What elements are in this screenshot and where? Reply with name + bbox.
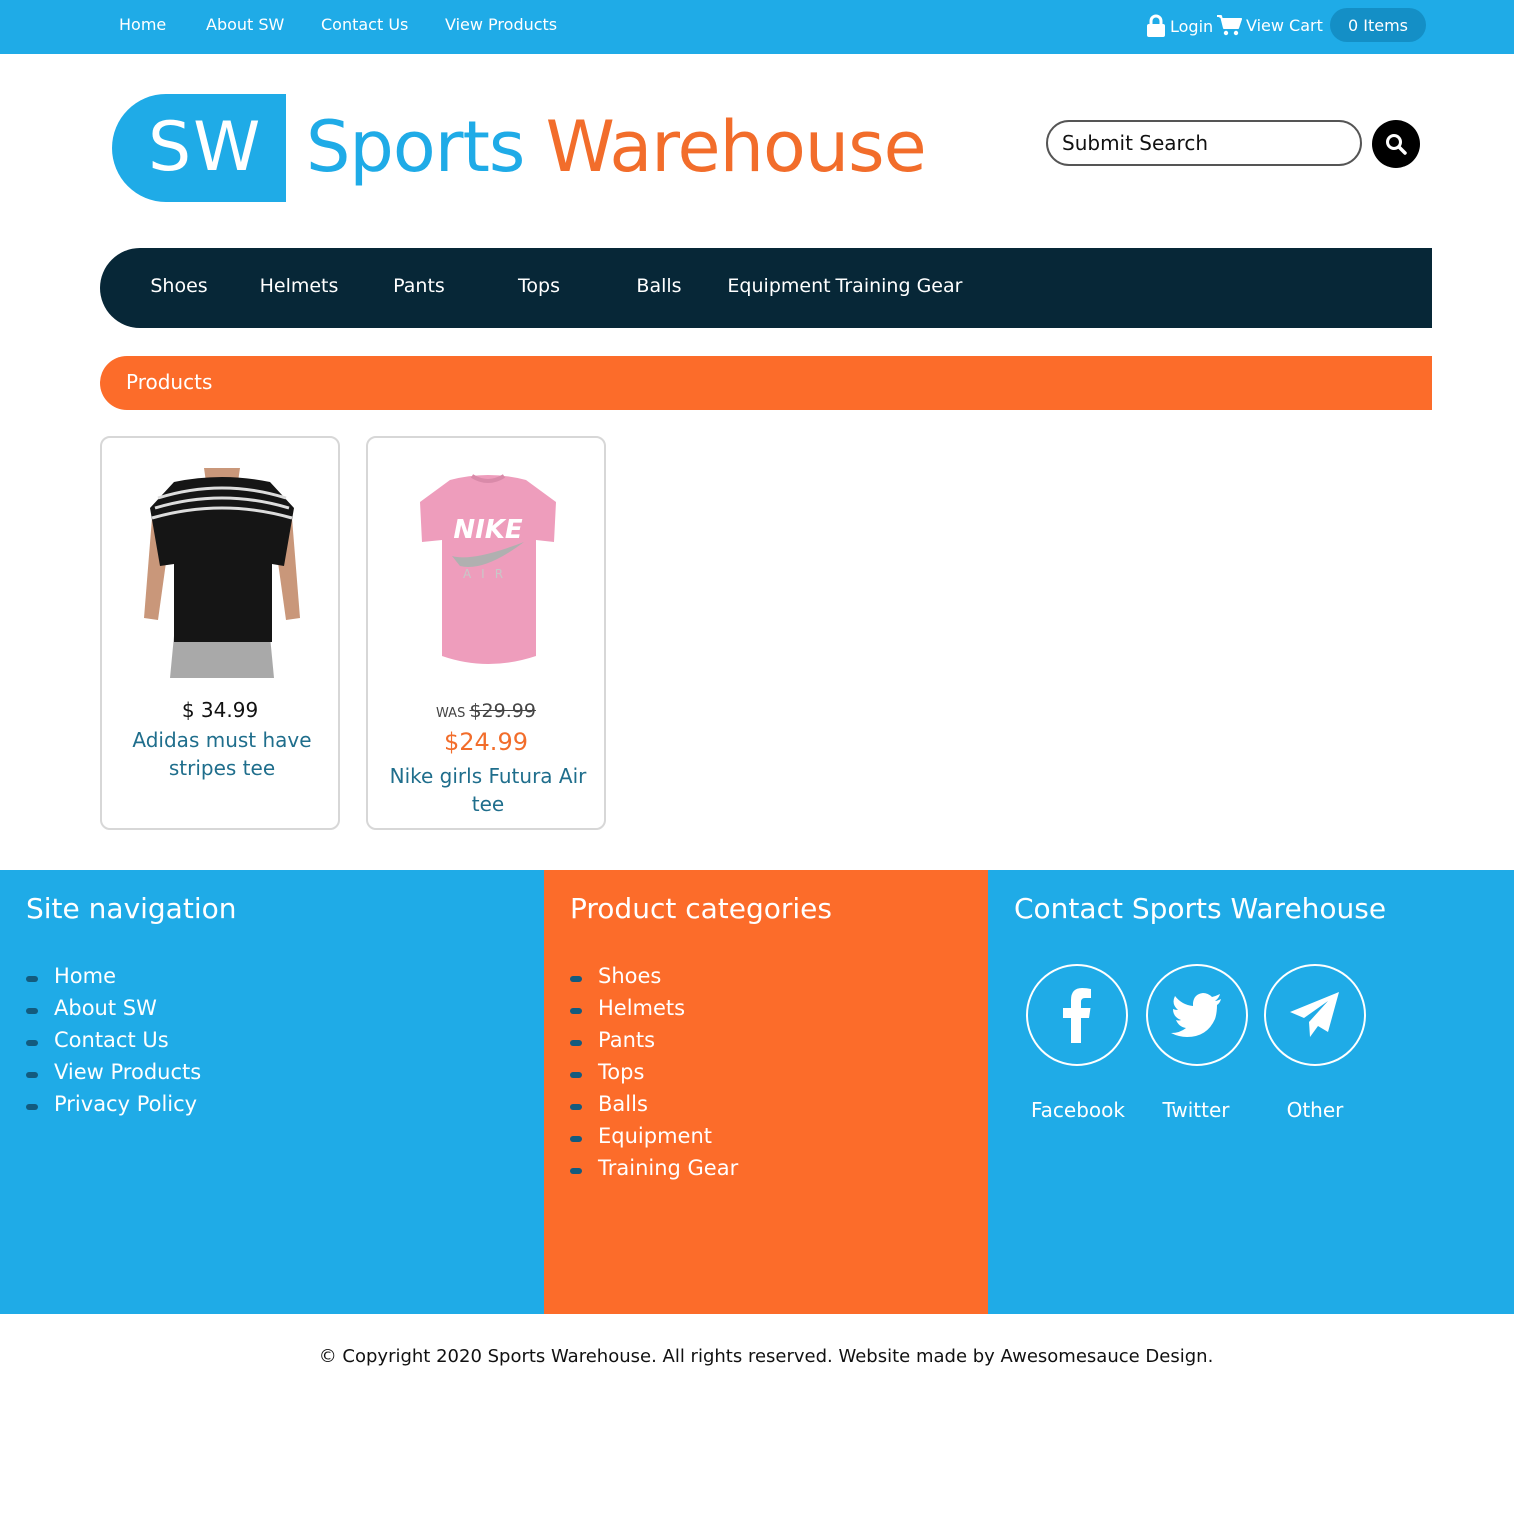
footer-category-training-gear[interactable]: Training Gear [570, 1152, 738, 1184]
footer-nav-item-home[interactable]: Home [26, 960, 201, 992]
category-equipment[interactable]: Equipment [727, 275, 830, 297]
nike-print-text: NIKE [453, 515, 523, 545]
cart-items-badge[interactable]: 0 Items [1330, 8, 1426, 42]
search-icon [1386, 134, 1407, 155]
bullet-icon [570, 1168, 582, 1174]
facebook-button[interactable] [1026, 964, 1128, 1066]
footer-nav-label: Contact Us [54, 1028, 169, 1052]
logo-badge-text: SW [148, 108, 263, 187]
bullet-icon [26, 1072, 38, 1078]
category-training-gear[interactable]: Training Gear [836, 275, 963, 297]
nike-tee-image: NIKE AIR [420, 474, 556, 664]
category-nav: Shoes Helmets Pants Tops Balls Equipment… [100, 248, 1432, 328]
footer-category-label: Pants [598, 1028, 656, 1052]
footer-nav-label: Home [54, 964, 117, 988]
footer-categories-title: Product categories [570, 892, 832, 925]
category-helmets[interactable]: Helmets [260, 275, 339, 297]
category-shoes[interactable]: Shoes [150, 275, 207, 297]
footer-nav-label: Privacy Policy [54, 1092, 198, 1116]
footer-site-nav-list: Home About SW Contact Us View Products P… [26, 960, 201, 1120]
footer-category-label: Shoes [598, 964, 662, 988]
login-label: Login [1170, 16, 1214, 36]
footer-nav-item-products[interactable]: View Products [26, 1056, 201, 1088]
top-bar: Home About SW Contact Us View Products L… [0, 0, 1514, 54]
login-link[interactable]: Login [1146, 14, 1213, 38]
logo-word-sports: Sports [306, 106, 525, 188]
nike-print-text-air: AIR [463, 567, 513, 581]
logo-badge[interactable]: SW [112, 94, 286, 202]
view-cart-label: View Cart [1246, 15, 1323, 35]
twitter-button[interactable] [1146, 964, 1248, 1066]
bullet-icon [570, 1136, 582, 1142]
footer-nav-label: View Products [54, 1060, 202, 1084]
product-name-link[interactable]: Adidas must have stripes tee [112, 726, 332, 782]
bullet-icon [570, 976, 582, 982]
footer-category-balls[interactable]: Balls [570, 1088, 738, 1120]
was-price-line: WAS $29.99 [368, 700, 604, 722]
facebook-icon [1063, 988, 1091, 1043]
footer-categories: Product categories Shoes Helmets Pants T… [544, 870, 988, 1314]
footer-nav-item-about[interactable]: About SW [26, 992, 201, 1024]
product-card-nike[interactable]: NIKE AIR WAS $29.99 $24.99 Nike girls Fu… [366, 436, 606, 830]
was-price: $29.99 [469, 700, 536, 722]
product-card-adidas[interactable]: $ 34.99 Adidas must have stripes tee [100, 436, 340, 830]
sale-price: $24.99 [444, 728, 528, 756]
adidas-tee-image [144, 468, 300, 678]
bullet-icon [26, 1008, 38, 1014]
bullet-icon [570, 1040, 582, 1046]
paper-plane-icon [1290, 992, 1339, 1037]
topnav-products-link[interactable]: View Products [445, 15, 557, 34]
footer-nav-item-privacy[interactable]: Privacy Policy [26, 1088, 201, 1120]
topnav-about-link[interactable]: About SW [206, 15, 284, 34]
footer-category-shoes[interactable]: Shoes [570, 960, 738, 992]
footer-category-helmets[interactable]: Helmets [570, 992, 738, 1024]
footer-contact: Contact Sports Warehouse Facebook Twitte… [988, 870, 1514, 1314]
cart-icon [1217, 15, 1242, 36]
bullet-icon [26, 1104, 38, 1110]
footer-site-nav-title: Site navigation [26, 892, 237, 925]
bullet-icon [570, 1008, 582, 1014]
products-heading-bar: Products [100, 356, 1432, 410]
twitter-icon [1171, 993, 1221, 1037]
view-cart-link[interactable]: View Cart [1216, 14, 1323, 36]
category-balls[interactable]: Balls [636, 275, 681, 297]
footer-category-label: Training Gear [598, 1156, 739, 1180]
other-contact-button[interactable] [1264, 964, 1366, 1066]
bullet-icon [26, 976, 38, 982]
products-heading: Products [126, 370, 213, 394]
topnav-contact-link[interactable]: Contact Us [321, 15, 408, 34]
footer-category-label: Helmets [598, 996, 686, 1020]
category-tops[interactable]: Tops [518, 275, 560, 297]
other-label[interactable]: Other [1245, 1098, 1385, 1122]
footer-category-tops[interactable]: Tops [570, 1056, 738, 1088]
bullet-icon [570, 1104, 582, 1110]
product-price: $ 34.99 [181, 698, 259, 722]
footer-contact-title: Contact Sports Warehouse [1014, 892, 1387, 925]
footer-categories-list: Shoes Helmets Pants Tops Balls Equipment… [570, 960, 738, 1184]
footer-category-label: Tops [598, 1060, 645, 1084]
logo-wordmark[interactable]: Sports Warehouse [306, 106, 927, 188]
footer-category-label: Balls [598, 1092, 648, 1116]
bullet-icon [570, 1072, 582, 1078]
category-pants[interactable]: Pants [393, 275, 445, 297]
search-input[interactable] [1046, 120, 1362, 166]
copyright-text: © Copyright 2020 Sports Warehouse. All r… [318, 1346, 1214, 1367]
search-button[interactable] [1372, 120, 1420, 168]
footer-category-equipment[interactable]: Equipment [570, 1120, 738, 1152]
footer-category-pants[interactable]: Pants [570, 1024, 738, 1056]
footer-category-label: Equipment [598, 1124, 712, 1148]
bullet-icon [26, 1040, 38, 1046]
was-label: WAS [436, 706, 466, 721]
footer-site-nav: Site navigation Home About SW Contact Us… [0, 870, 544, 1314]
footer-nav-label: About SW [54, 996, 157, 1020]
footer-nav-item-contact[interactable]: Contact Us [26, 1024, 201, 1056]
lock-icon [1147, 14, 1165, 37]
topnav-home-link[interactable]: Home [119, 15, 166, 34]
logo-word-warehouse: Warehouse [545, 106, 927, 188]
product-name-link[interactable]: Nike girls Futura Air tee [378, 762, 598, 818]
